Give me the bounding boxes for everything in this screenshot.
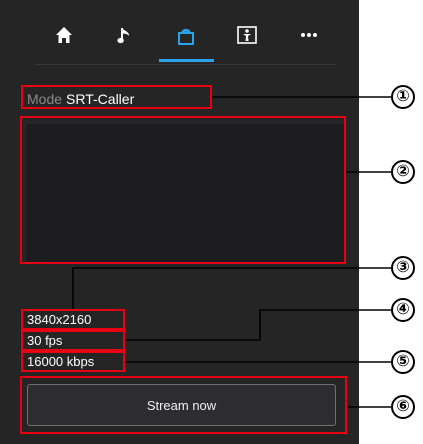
tab-audio[interactable] bbox=[97, 18, 152, 62]
callout-1: ① bbox=[391, 85, 415, 109]
stream-icon bbox=[178, 28, 194, 45]
tab-more[interactable] bbox=[281, 18, 336, 62]
highlight-box-mode bbox=[21, 85, 212, 109]
tab-home[interactable] bbox=[36, 18, 91, 62]
home-icon bbox=[55, 27, 72, 43]
tab-display[interactable] bbox=[220, 18, 275, 62]
callout-3: ③ bbox=[391, 256, 415, 280]
callout-2: ② bbox=[391, 160, 415, 184]
callout-4: ④ bbox=[391, 298, 415, 322]
more-icon bbox=[300, 33, 317, 37]
highlight-box-resolution bbox=[21, 309, 125, 330]
person-frame-icon bbox=[237, 26, 258, 44]
highlight-box-preview bbox=[20, 116, 346, 264]
tab-bar-divider bbox=[36, 64, 336, 65]
tab-bar bbox=[36, 18, 336, 62]
highlight-box-framerate bbox=[21, 330, 125, 351]
callout-5: ⑤ bbox=[391, 350, 415, 374]
music-note-icon bbox=[117, 28, 129, 44]
highlight-box-bitrate bbox=[21, 351, 125, 372]
tab-stream[interactable] bbox=[158, 18, 214, 62]
highlight-box-stream-button bbox=[20, 376, 347, 434]
callout-6: ⑥ bbox=[391, 395, 415, 419]
